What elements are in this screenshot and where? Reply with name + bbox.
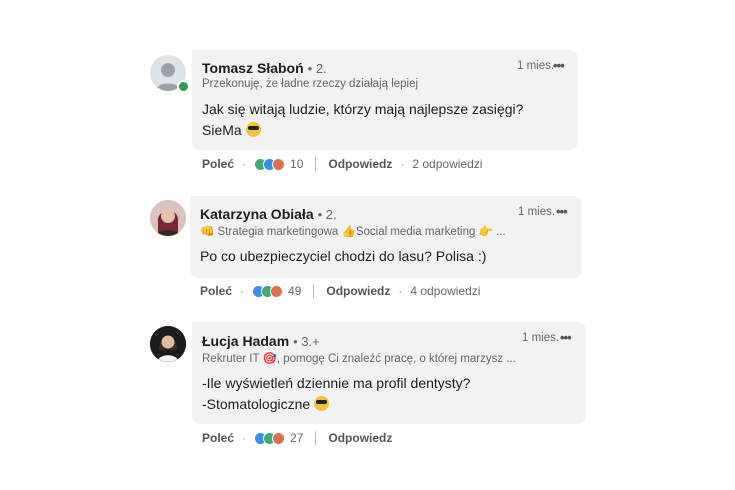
love-reaction-icon	[270, 284, 284, 298]
sunglasses-emoji-icon	[314, 396, 330, 411]
profile-photo-icon	[150, 326, 186, 362]
reply-button[interactable]: Odpowiedz	[326, 284, 390, 298]
separator-dot: ·	[242, 431, 247, 445]
author-name[interactable]: Katarzyna Obiała • 2.	[200, 206, 337, 222]
replies-link[interactable]: 4 odpowiedzi	[410, 284, 480, 298]
timestamp: 1 mies.	[522, 332, 560, 344]
comment-text-line: -Ile wyświetleń dziennie ma profil denty…	[202, 375, 471, 391]
divider	[315, 431, 317, 445]
reply-button[interactable]: Odpowiedz	[328, 157, 392, 171]
reactions-icon[interactable]	[254, 157, 286, 171]
connection-degree: • 2.	[307, 61, 327, 76]
reaction-count[interactable]: 10	[290, 157, 303, 171]
avatar[interactable]	[150, 326, 186, 362]
love-reaction-icon	[272, 431, 286, 445]
author-name-text[interactable]: Katarzyna Obiała	[200, 206, 314, 222]
reaction-count[interactable]: 49	[288, 284, 301, 298]
author-headline: 👊 Strategia marketingowa 👍Social media m…	[200, 226, 506, 238]
avatar[interactable]	[150, 200, 186, 236]
like-button[interactable]: Poleć	[202, 431, 234, 445]
separator-dot: ·	[240, 284, 245, 298]
timestamp: 1 mies.	[517, 60, 555, 72]
separator-dot: ·	[398, 284, 403, 298]
reply-button[interactable]: Odpowiedz	[328, 431, 392, 445]
comment-text: SieMa	[202, 122, 242, 138]
reaction-count[interactable]: 27	[290, 431, 303, 445]
more-options-icon[interactable]: •••	[553, 58, 565, 73]
timestamp: 1 mies.	[518, 206, 556, 218]
author-headline: Przekonuję, że ładne rzeczy działają lep…	[202, 78, 419, 90]
divider	[315, 157, 317, 171]
separator-dot: ·	[400, 157, 405, 171]
author-name[interactable]: Tomasz Słaboń • 2.	[202, 60, 327, 76]
profile-photo-icon	[150, 200, 186, 236]
comment-text-line: -Stomatologiczne	[202, 396, 330, 412]
sunglasses-emoji-icon	[245, 122, 261, 137]
love-reaction-icon	[272, 157, 286, 171]
replies-link[interactable]: 2 odpowiedzi	[412, 157, 482, 171]
comment-text-line: SieMa	[202, 122, 261, 138]
more-options-icon[interactable]: •••	[556, 204, 568, 219]
connection-degree: • 2.	[317, 207, 337, 222]
reactions-icon[interactable]	[254, 431, 286, 445]
separator-dot: ·	[242, 157, 247, 171]
comment-actions: Poleć · 10 Odpowiedz · 2 odpowiedzi	[202, 156, 482, 172]
comment-actions: Poleć · 27 Odpowiedz	[202, 430, 392, 446]
online-status-icon	[177, 80, 190, 93]
like-button[interactable]: Poleć	[202, 157, 234, 171]
comment-text-line: Po co ubezpieczyciel chodzi do lasu? Pol…	[200, 248, 487, 264]
author-headline: Rekruter IT 🎯, pomogę Ci znaleźć pracę, …	[202, 353, 516, 365]
comment-text: -Stomatologiczne	[202, 396, 311, 412]
like-button[interactable]: Poleć	[200, 284, 232, 298]
author-name-text[interactable]: Łucja Hadam	[202, 333, 289, 349]
connection-degree: • 3.+	[293, 334, 320, 349]
more-options-icon[interactable]: •••	[560, 330, 572, 345]
comment-text-line: Jak się witają ludzie, którzy mają najle…	[202, 101, 524, 117]
author-name[interactable]: Łucja Hadam • 3.+	[202, 333, 320, 349]
author-name-text[interactable]: Tomasz Słaboń	[202, 60, 304, 76]
divider	[313, 284, 315, 298]
reactions-icon[interactable]	[252, 284, 284, 298]
comment-actions: Poleć · 49 Odpowiedz · 4 odpowiedzi	[200, 283, 480, 299]
